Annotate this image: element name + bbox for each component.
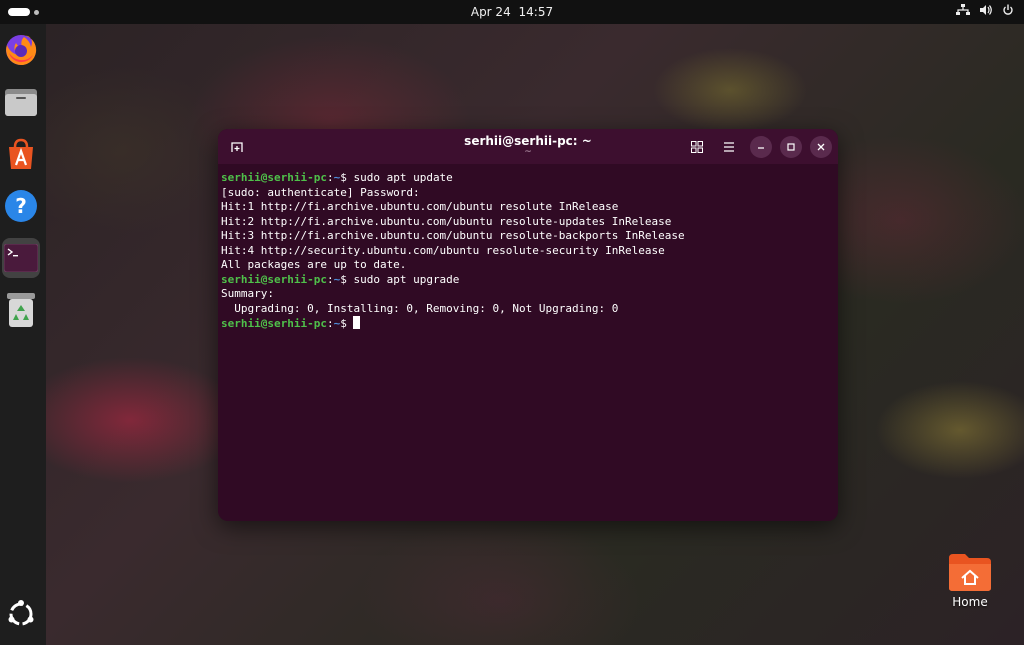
close-icon: [817, 143, 825, 151]
maximize-icon: [787, 143, 795, 151]
files-icon: [5, 89, 37, 116]
prompt-user: serhii@serhii-pc: [221, 272, 327, 286]
terminal-subtitle: ~: [524, 147, 532, 157]
prompt-separator: :: [326, 171, 334, 184]
terminal-command-line: serhii@serhii-pc:~$ sudo apt update: [221, 171, 833, 186]
volume-icon[interactable]: [979, 4, 993, 16]
prompt-separator: :: [326, 317, 334, 330]
terminal-output-line: All packages are up to date.: [221, 258, 407, 271]
terminal-window[interactable]: serhii@serhii-pc: ~ ~ serhii@serhii-pc:~…: [218, 129, 838, 521]
minimize-icon: [758, 147, 764, 149]
clock-time: 14:57: [518, 5, 554, 19]
hamburger-menu-icon: [724, 142, 734, 152]
terminal-output-line: Hit:4 http://security.ubuntu.com/ubuntu …: [221, 243, 665, 257]
dock-item-files[interactable]: [2, 82, 40, 122]
terminal-command-line: serhii@serhii-pc:~$: [221, 316, 833, 331]
home-folder-label: Home: [952, 595, 988, 609]
prompt-end: $: [340, 317, 354, 330]
command-text: sudo apt upgrade: [353, 272, 460, 286]
dock-item-help[interactable]: ?: [2, 186, 40, 226]
svg-text:?: ?: [15, 194, 27, 218]
help-icon: ?: [5, 190, 37, 222]
dock-item-trash[interactable]: [2, 290, 40, 330]
menu-button[interactable]: [718, 136, 740, 158]
terminal-titlebar[interactable]: serhii@serhii-pc: ~ ~: [218, 129, 838, 164]
terminal-output-line: [sudo: authenticate] Password:: [221, 185, 420, 199]
clock-date: Apr 24: [470, 5, 511, 19]
terminal-output-line: Hit:1 http://fi.archive.ubuntu.com/ubunt…: [221, 200, 619, 213]
prompt-separator: :: [326, 272, 334, 286]
terminal-icon: [4, 244, 38, 272]
prompt-user: serhii@serhii-pc: [221, 171, 327, 184]
dock: ?: [0, 24, 46, 645]
prompt-end: $: [340, 272, 354, 286]
dock-item-app-center[interactable]: [2, 134, 40, 174]
maximize-button[interactable]: [780, 136, 802, 158]
show-apps-button[interactable]: [2, 594, 40, 634]
dock-item-firefox[interactable]: [2, 30, 40, 70]
clock[interactable]: Apr 24 14:57: [0, 5, 1024, 19]
trash-icon: [7, 293, 35, 327]
terminal-output-line: Summary:: [221, 287, 274, 300]
terminal-output-line: Hit:2 http://fi.archive.ubuntu.com/ubunt…: [221, 214, 672, 228]
desktop-home-folder[interactable]: Home: [940, 552, 1000, 609]
grid-icon: [691, 141, 703, 153]
power-icon[interactable]: [1002, 4, 1014, 16]
top-bar: Apr 24 14:57: [0, 0, 1024, 24]
terminal-output[interactable]: serhii@serhii-pc:~$ sudo apt update [sudo…: [221, 171, 833, 331]
tab-overview-button[interactable]: [686, 136, 708, 158]
terminal-output-line: Hit:3 http://fi.archive.ubuntu.com/ubunt…: [221, 229, 685, 242]
firefox-icon: [6, 34, 37, 65]
show-apps-icon: [8, 600, 34, 626]
dock-item-terminal[interactable]: [2, 238, 40, 278]
terminal-command-line: serhii@serhii-pc:~$ sudo apt upgrade: [221, 273, 833, 288]
home-folder-icon: [949, 554, 991, 591]
command-text: sudo apt update: [353, 171, 453, 184]
close-button[interactable]: [810, 136, 832, 158]
prompt-user: serhii@serhii-pc: [221, 317, 327, 330]
network-icon[interactable]: [956, 4, 970, 16]
terminal-title: serhii@serhii-pc: ~: [464, 134, 592, 148]
app-center-icon: [9, 138, 33, 169]
prompt-end: $: [340, 171, 354, 184]
minimize-button[interactable]: [750, 136, 772, 158]
terminal-output-line: Upgrading: 0, Installing: 0, Removing: 0…: [221, 301, 619, 315]
system-tray[interactable]: [956, 4, 1014, 16]
terminal-cursor: [353, 316, 361, 329]
